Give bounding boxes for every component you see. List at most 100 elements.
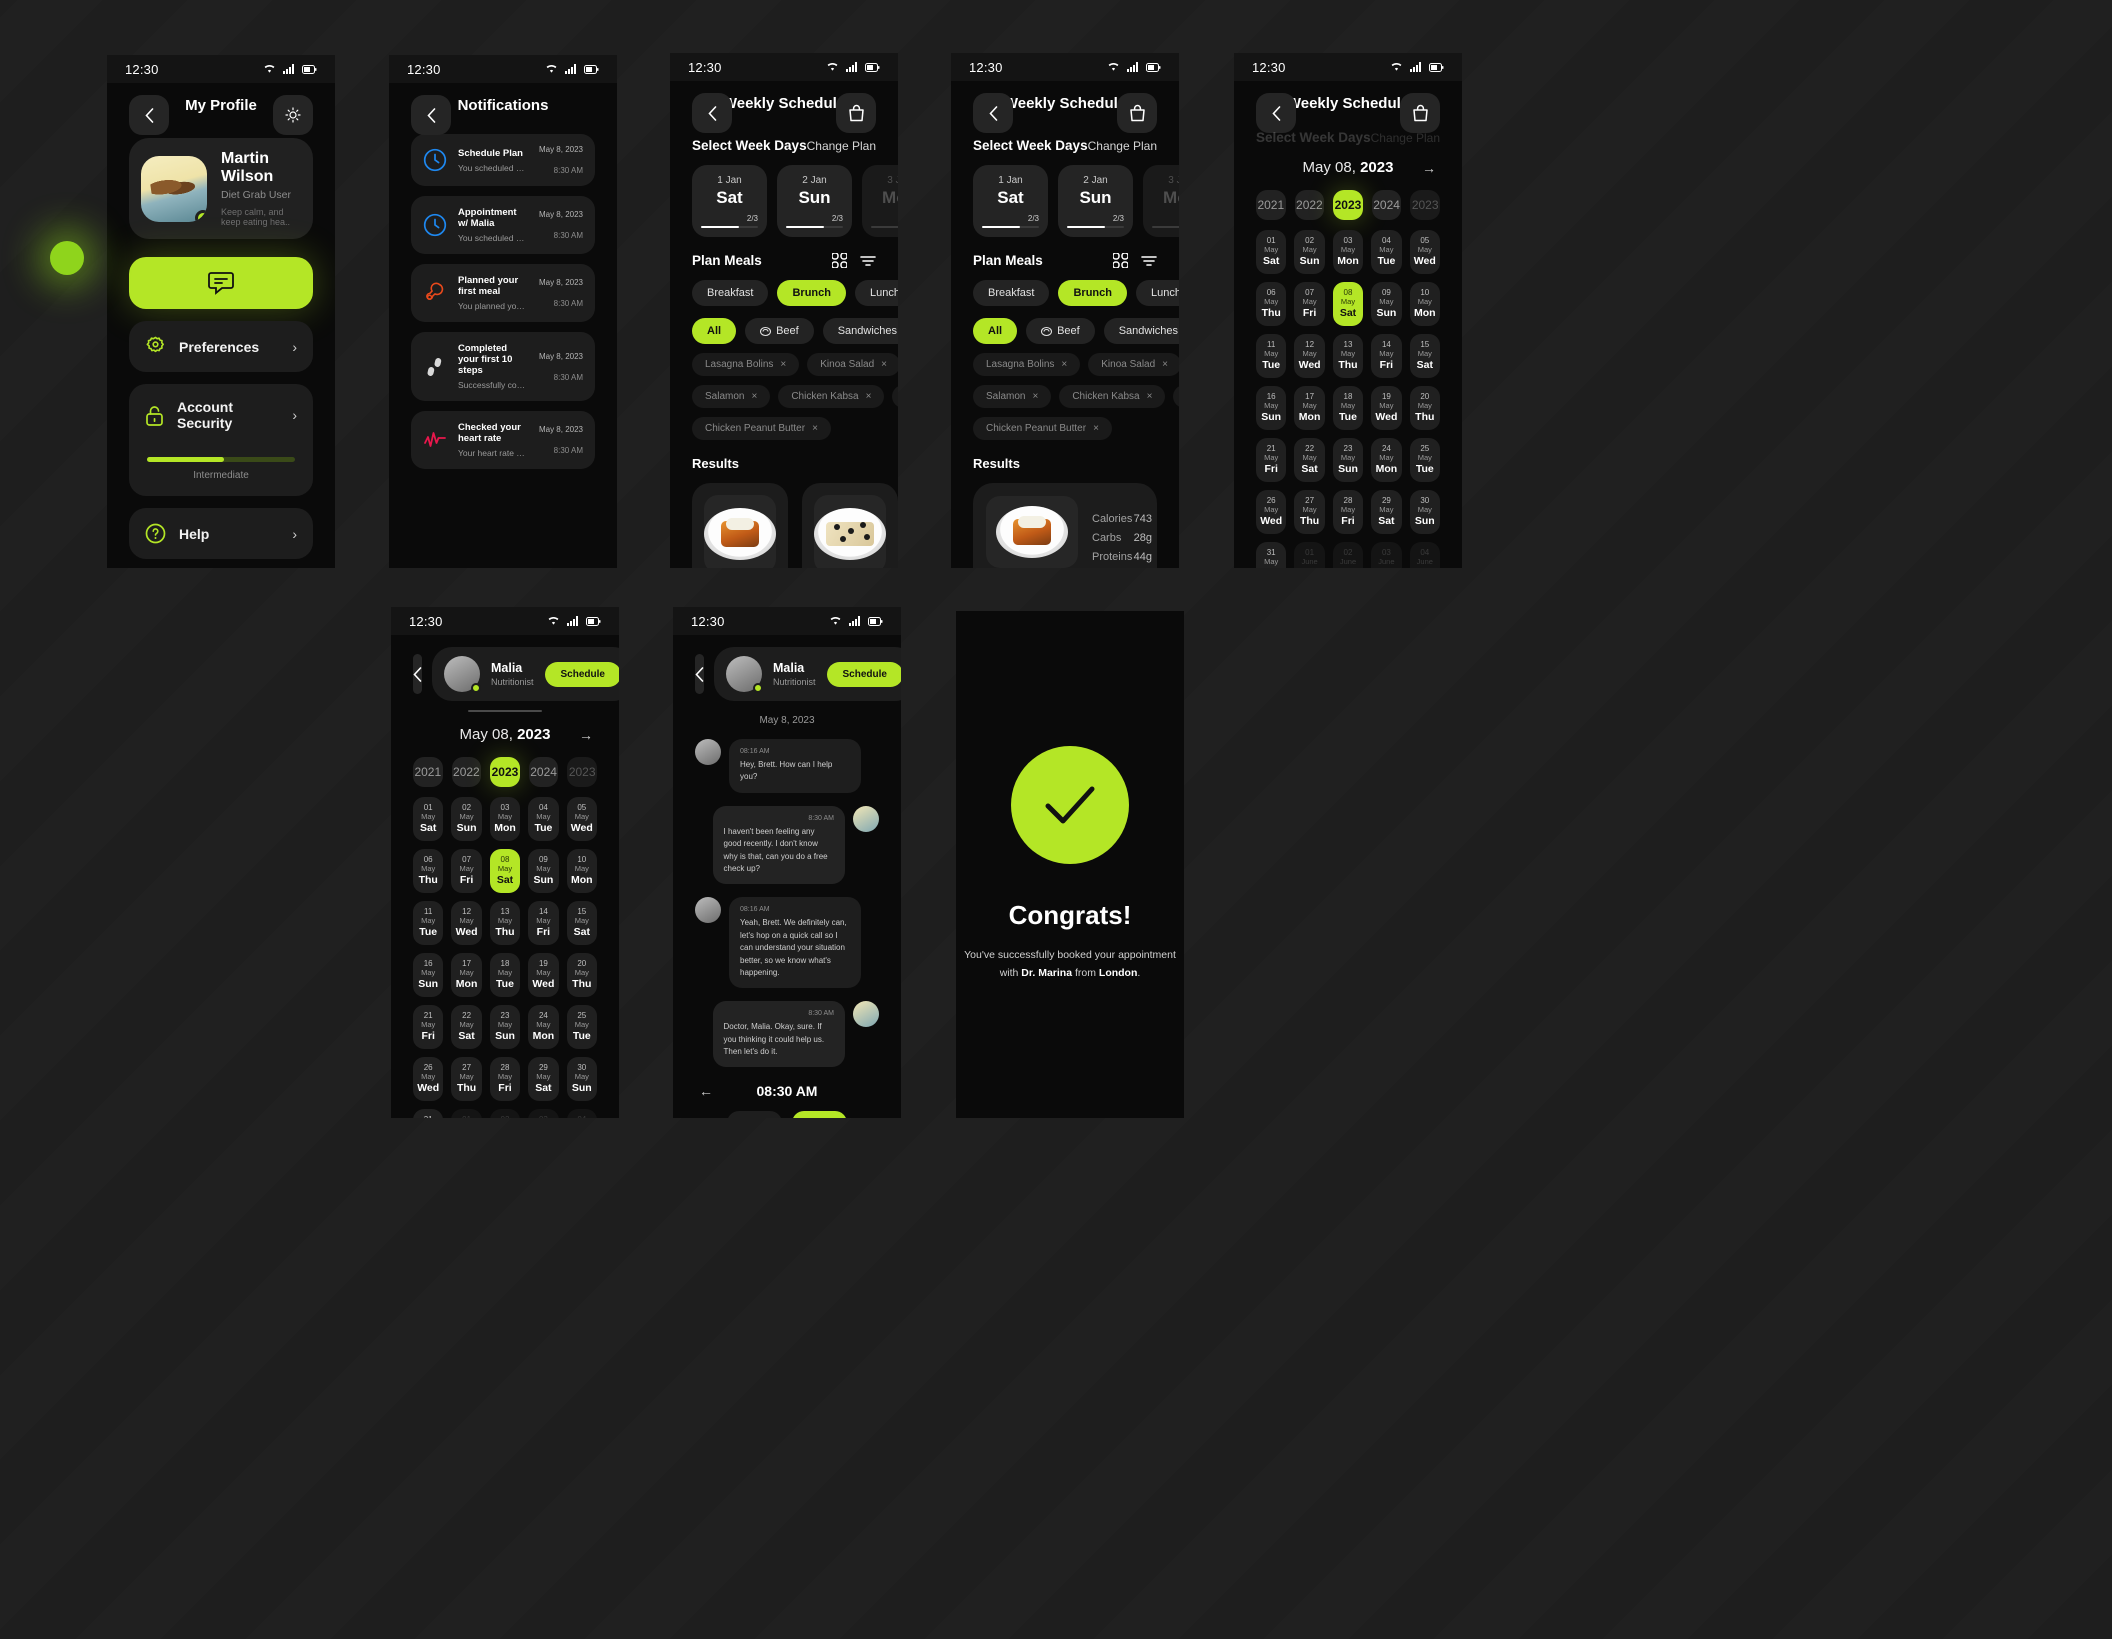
calendar-day[interactable]: 03 May Mon: [489, 797, 521, 841]
arrow-right-icon[interactable]: →: [1422, 160, 1436, 176]
calendar-day[interactable]: 06 May Thu: [1256, 282, 1287, 326]
grid-icon[interactable]: [1113, 253, 1128, 268]
calendar-day[interactable]: 29 May Sat: [528, 1057, 559, 1101]
year-option[interactable]: 2021: [1256, 190, 1286, 220]
calendar-day[interactable]: 04 May Tue: [1371, 230, 1402, 274]
calendar-day[interactable]: 01 May Sat: [1256, 230, 1287, 274]
drag-handle[interactable]: [468, 710, 542, 712]
year-option-selected[interactable]: 2023: [1333, 190, 1363, 220]
year-option-selected[interactable]: 2023: [490, 757, 520, 787]
filter-icon[interactable]: [860, 255, 876, 267]
selected-tags-row[interactable]: Chicken Peanut Butter ×: [692, 417, 876, 440]
category-chip-beef[interactable]: Beef: [745, 318, 814, 344]
calendar-day[interactable]: 02JuneWed: [489, 1109, 521, 1118]
calendar-day[interactable]: 25 May Tue: [566, 1005, 597, 1049]
close-icon[interactable]: ×: [866, 391, 872, 402]
category-chip-row[interactable]: All Beef Sandwiches Chicken: [692, 318, 898, 344]
tag-chip[interactable]: Chicken Kabsa ×: [1059, 385, 1166, 408]
meal-chip-breakfast[interactable]: Breakfast: [692, 280, 769, 306]
filter-icon[interactable]: [1141, 255, 1157, 267]
back-button[interactable]: [695, 654, 704, 694]
calendar-day-grid[interactable]: 01 May Sat 02 May Sun 03 May Mon 04 May Tue 05 May Wed…: [413, 797, 597, 1118]
contact-header[interactable]: Malia Nutritionist Schedule: [714, 647, 901, 701]
calendar-day[interactable]: 25 May Tue: [1409, 438, 1440, 482]
calendar-day[interactable]: 02 May Sun: [451, 797, 482, 841]
calendar-day[interactable]: 20 May Thu: [1409, 386, 1440, 430]
back-button[interactable]: [129, 95, 169, 135]
calendar-day[interactable]: 17 May Mon: [1294, 386, 1325, 430]
list-item[interactable]: Planned your first meal You planned your…: [411, 264, 595, 322]
period-am[interactable]: AM: [791, 1111, 847, 1118]
calendar-day[interactable]: 07 May Fri: [451, 849, 482, 893]
category-chip-sandwiches[interactable]: Sandwiches: [1103, 318, 1179, 344]
calendar-day[interactable]: 03 May Mon: [1332, 230, 1364, 274]
calendar-day[interactable]: 16 May Sun: [413, 953, 444, 997]
week-days-strip[interactable]: 1 Jan Sat 2/3 2 Jan Sun 2/3 3 Jan Mon 0/…: [692, 165, 898, 237]
calendar-day[interactable]: 04 May Tue: [528, 797, 559, 841]
calendar-day[interactable]: 04JuneFri: [566, 1109, 597, 1118]
meal-chip-breakfast[interactable]: Breakfast: [973, 280, 1050, 306]
calendar-day[interactable]: 02 May Sun: [1294, 230, 1325, 274]
calendar-day[interactable]: 06 May Thu: [413, 849, 444, 893]
selected-tags-row[interactable]: Salamon × Chicken Kabsa × Sayadia Fish: [692, 385, 898, 408]
tag-chip[interactable]: Kinoa Salad ×: [807, 353, 898, 376]
meal-chip-brunch[interactable]: Brunch: [777, 280, 846, 306]
list-item[interactable]: Checked your heart rate Your heart rate …: [411, 411, 595, 469]
selected-tags-row[interactable]: Lasagna Bolins× Kinoa Salad× Pizza Torti: [692, 353, 898, 376]
calendar-day[interactable]: 14 May Fri: [528, 901, 559, 945]
calendar-day[interactable]: 27 May Thu: [451, 1057, 482, 1101]
contact-header[interactable]: Malia Nutritionist Schedule: [432, 647, 619, 701]
calendar-day[interactable]: 01JuneTue: [451, 1109, 482, 1118]
sidebar-item-preferences[interactable]: Preferences ›: [129, 321, 313, 372]
category-chip-all[interactable]: All: [973, 318, 1018, 344]
close-icon[interactable]: ×: [881, 359, 887, 370]
close-icon[interactable]: ×: [812, 423, 818, 434]
close-icon[interactable]: ×: [1032, 391, 1038, 402]
calendar-day[interactable]: 26 May Wed: [1256, 490, 1287, 534]
category-chip-sandwiches[interactable]: Sandwiches: [822, 318, 898, 344]
meal-chip-row[interactable]: Breakfast Brunch Lunch Dinner: [973, 280, 1179, 306]
calendar-day[interactable]: 01 May Sat: [413, 797, 444, 841]
back-button[interactable]: [413, 654, 422, 694]
calendar-day[interactable]: 18 May Tue: [489, 953, 521, 997]
calendar-day[interactable]: 24 May Mon: [528, 1005, 559, 1049]
back-button[interactable]: [411, 95, 451, 135]
close-icon[interactable]: ×: [1093, 423, 1099, 434]
calendar-day[interactable]: 03JuneThu: [528, 1109, 559, 1118]
calendar-day[interactable]: 03JuneThu: [1371, 542, 1402, 568]
back-button[interactable]: [692, 93, 732, 133]
year-option[interactable]: 2021: [413, 757, 443, 787]
close-icon[interactable]: ×: [1147, 391, 1153, 402]
calendar-day[interactable]: 31MayMon: [413, 1109, 444, 1118]
calendar-day[interactable]: 19 May Wed: [1371, 386, 1402, 430]
calendar-day[interactable]: 18 May Tue: [1332, 386, 1364, 430]
calendar-day[interactable]: 12 May Wed: [1294, 334, 1325, 378]
close-icon[interactable]: ×: [1162, 359, 1168, 370]
grid-icon[interactable]: [832, 253, 847, 268]
tag-chip[interactable]: Lasagna Bolins ×: [692, 353, 800, 376]
year-selector[interactable]: 2021 2022 2023 2024 2023: [1256, 190, 1440, 220]
day-card[interactable]: 2 Jan Sun 2/3: [1058, 165, 1133, 237]
tag-chip[interactable]: Lasagna Bolins ×: [973, 353, 1081, 376]
calendar-day[interactable]: 04JuneFri: [1409, 542, 1440, 568]
calendar-day[interactable]: 10 May Mon: [566, 849, 597, 893]
meal-chip-lunch[interactable]: Lunch: [854, 280, 898, 306]
selected-tags-row[interactable]: Lasagna Bolins× Kinoa Salad× Pizza Torti: [973, 353, 1179, 376]
selected-tags-row[interactable]: Salamon × Chicken Kabsa × Sayadia Fish: [973, 385, 1179, 408]
year-option[interactable]: 2022: [1294, 190, 1325, 220]
list-item[interactable]: Completed your first 10 steps Successful…: [411, 332, 595, 401]
calendar-day[interactable]: 11 May Tue: [1256, 334, 1287, 378]
change-plan-link[interactable]: Change Plan: [807, 139, 876, 153]
calendar-day[interactable]: 09 May Sun: [528, 849, 559, 893]
day-card[interactable]: 2 Jan Sun 2/3: [777, 165, 852, 237]
tag-chip[interactable]: Salamon ×: [973, 385, 1052, 408]
year-option[interactable]: 2024: [528, 757, 559, 787]
calendar-day[interactable]: 05 May Wed: [566, 797, 597, 841]
arrow-left-icon[interactable]: ←: [699, 1083, 713, 1099]
calendar-day[interactable]: 19 May Wed: [528, 953, 559, 997]
list-item[interactable]: Appointment w/ Malia You scheduled an ap…: [411, 196, 595, 254]
meal-chip-lunch[interactable]: Lunch: [1135, 280, 1179, 306]
category-chip-row[interactable]: All Beef Sandwiches Chicken: [973, 318, 1179, 344]
sidebar-item-help[interactable]: Help ›: [129, 508, 313, 559]
day-card[interactable]: 3 Jan Mon 0/3: [862, 165, 898, 237]
